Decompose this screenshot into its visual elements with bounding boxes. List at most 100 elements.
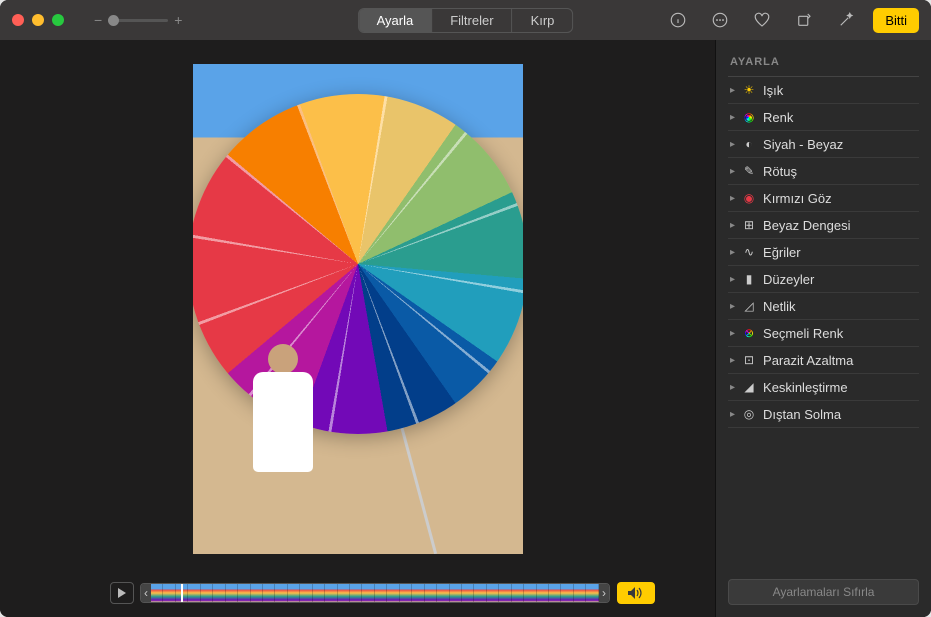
timeline-frame[interactable]: [462, 584, 474, 602]
minimize-window-button[interactable]: [32, 14, 44, 26]
timeline-frame[interactable]: [512, 584, 524, 602]
done-button[interactable]: Bitti: [873, 8, 919, 33]
adjustment-item[interactable]: ▸◉Renk: [728, 104, 919, 131]
zoom-slider[interactable]: − +: [94, 12, 182, 28]
adjustment-item[interactable]: ▸◉Kırmızı Göz: [728, 185, 919, 212]
more-icon[interactable]: [705, 8, 735, 32]
timeline-frame[interactable]: [537, 584, 549, 602]
toolbar-right: Bitti: [663, 8, 919, 33]
adjustment-item[interactable]: ▸☀Işık: [728, 77, 919, 104]
adjustment-item[interactable]: ▸✎Rötuş: [728, 158, 919, 185]
trim-end-handle[interactable]: ›: [599, 584, 609, 602]
adjustment-item[interactable]: ▸⊗Seçmeli Renk: [728, 320, 919, 347]
adjustment-item[interactable]: ▸⊡Parazit Azaltma: [728, 347, 919, 374]
timeline-frame[interactable]: [412, 584, 424, 602]
adjustment-label: Seçmeli Renk: [763, 326, 917, 341]
timeline-frame[interactable]: [350, 584, 362, 602]
reset-adjustments-button[interactable]: Ayarlamaları Sıfırla: [728, 579, 919, 605]
timeline-frame[interactable]: [238, 584, 250, 602]
timeline-frame[interactable]: [561, 584, 573, 602]
timeline-frame[interactable]: [313, 584, 325, 602]
edit-mode-segmented-control: Ayarla Filtreler Kırp: [358, 8, 574, 33]
chevron-right-icon: ▸: [730, 220, 735, 231]
adjustment-item[interactable]: ▸◎Dıştan Solma: [728, 401, 919, 428]
favorite-icon[interactable]: [747, 8, 777, 32]
tab-crop[interactable]: Kırp: [513, 9, 573, 32]
timeline-frame[interactable]: [474, 584, 486, 602]
adjustment-label: Keskinleştirme: [763, 380, 917, 395]
timeline-frame[interactable]: [437, 584, 449, 602]
app-window: − + Ayarla Filtreler Kırp Bitti: [0, 0, 931, 617]
info-icon[interactable]: [663, 8, 693, 32]
adjustment-icon: ◉: [741, 190, 757, 206]
adjustment-icon: ✎: [741, 163, 757, 179]
magic-icon[interactable]: [831, 8, 861, 32]
timeline-frame[interactable]: [263, 584, 275, 602]
timeline-frame[interactable]: [499, 584, 511, 602]
main: ‹ › AYARLA ▸☀Işık▸◉Renk▸◐Siyah - Beyaz▸✎…: [0, 40, 931, 617]
timeline-frame[interactable]: [188, 584, 200, 602]
timeline-frame[interactable]: [375, 584, 387, 602]
timeline-frame[interactable]: [487, 584, 499, 602]
adjustment-label: Düzeyler: [763, 272, 917, 287]
photo-preview: [193, 64, 523, 554]
adjustment-icon: ◐: [741, 136, 757, 152]
timeline-frame[interactable]: [151, 584, 163, 602]
timeline-frame[interactable]: [213, 584, 225, 602]
timeline-frame[interactable]: [163, 584, 175, 602]
adjustment-item[interactable]: ▸◐Siyah - Beyaz: [728, 131, 919, 158]
timeline-frame[interactable]: [251, 584, 263, 602]
chevron-right-icon: ▸: [730, 301, 735, 312]
adjustment-item[interactable]: ▸◿Netlik: [728, 293, 919, 320]
timeline-frame[interactable]: [362, 584, 374, 602]
timeline-frame[interactable]: [586, 584, 598, 602]
titlebar: − + Ayarla Filtreler Kırp Bitti: [0, 0, 931, 40]
zoom-track[interactable]: [108, 19, 168, 22]
adjustment-icon: ∿: [741, 244, 757, 260]
play-button[interactable]: [110, 582, 134, 604]
canvas: [0, 40, 715, 577]
adjustment-item[interactable]: ▸⊞Beyaz Dengesi: [728, 212, 919, 239]
timeline-frame[interactable]: [275, 584, 287, 602]
timeline-frame[interactable]: [387, 584, 399, 602]
tab-filters[interactable]: Filtreler: [432, 9, 512, 32]
timeline-frame[interactable]: [201, 584, 213, 602]
timeline-frame[interactable]: [400, 584, 412, 602]
timeline-frame[interactable]: [450, 584, 462, 602]
timeline-frame[interactable]: [574, 584, 586, 602]
close-window-button[interactable]: [12, 14, 24, 26]
timeline-frames[interactable]: [151, 584, 599, 602]
timeline-frame[interactable]: [549, 584, 561, 602]
maximize-window-button[interactable]: [52, 14, 64, 26]
timeline-frame[interactable]: [288, 584, 300, 602]
chevron-right-icon: ▸: [730, 328, 735, 339]
sound-button[interactable]: [617, 582, 655, 604]
adjustment-label: Eğriler: [763, 245, 917, 260]
timeline-frame[interactable]: [325, 584, 337, 602]
adjustment-icon: ◿: [741, 298, 757, 314]
playhead[interactable]: [181, 583, 183, 603]
chevron-right-icon: ▸: [730, 274, 735, 285]
zoom-thumb[interactable]: [108, 15, 119, 26]
inspector-header: AYARLA: [728, 52, 919, 77]
timeline-frame[interactable]: [226, 584, 238, 602]
chevron-right-icon: ▸: [730, 355, 735, 366]
timeline-frame[interactable]: [524, 584, 536, 602]
adjustment-item[interactable]: ▸▮Düzeyler: [728, 266, 919, 293]
chevron-right-icon: ▸: [730, 247, 735, 258]
window-controls: [12, 14, 64, 26]
rotate-icon[interactable]: [789, 8, 819, 32]
tab-adjust[interactable]: Ayarla: [359, 9, 433, 32]
adjustment-label: Renk: [763, 110, 917, 125]
timeline[interactable]: ‹ ›: [140, 583, 610, 603]
adjustment-label: Dıştan Solma: [763, 407, 917, 422]
video-control-bar: ‹ ›: [0, 577, 715, 609]
timeline-frame[interactable]: [425, 584, 437, 602]
timeline-frame[interactable]: [300, 584, 312, 602]
adjustment-icon: ◢: [741, 379, 757, 395]
adjustment-item[interactable]: ▸ ∿ Eğriler: [728, 239, 919, 266]
timeline-frame[interactable]: [338, 584, 350, 602]
trim-start-handle[interactable]: ‹: [141, 584, 151, 602]
chevron-right-icon: ▸: [730, 112, 735, 123]
adjustment-item[interactable]: ▸◢Keskinleştirme: [728, 374, 919, 401]
